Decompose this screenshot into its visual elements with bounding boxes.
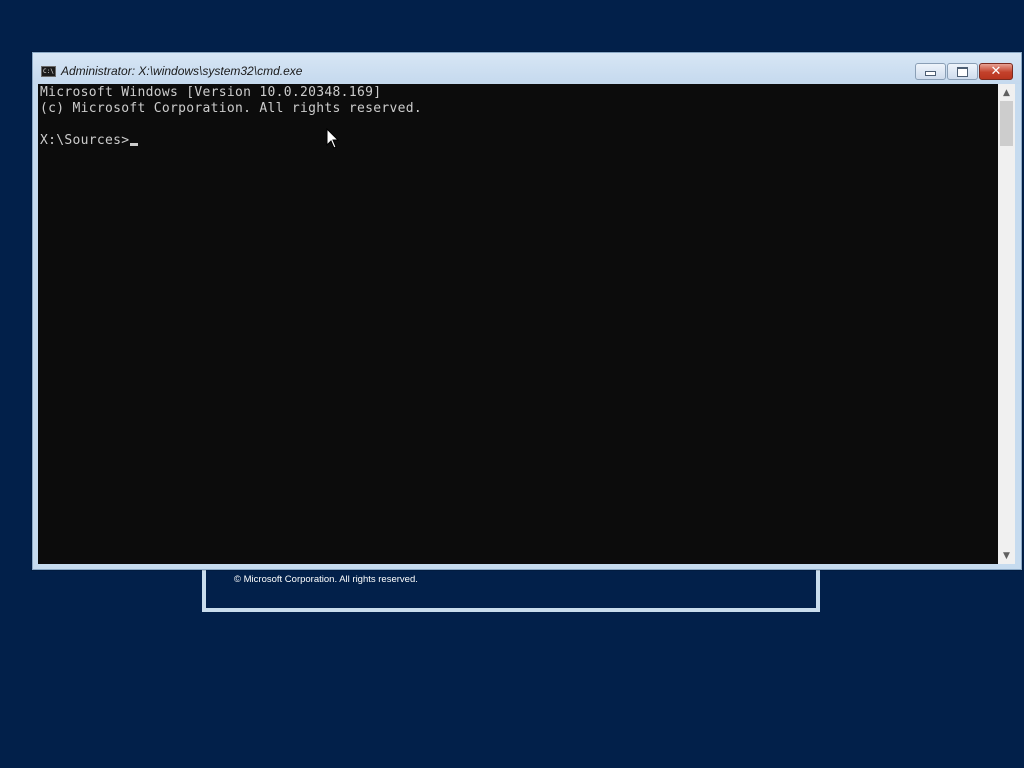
text-cursor [130, 143, 139, 146]
console-output[interactable]: Microsoft Windows [Version 10.0.20348.16… [38, 84, 998, 564]
scrollbar-thumb[interactable] [1000, 101, 1013, 146]
desktop-background: © Microsoft Corporation. All rights rese… [0, 0, 1024, 768]
maximize-button[interactable] [947, 63, 978, 80]
mouse-pointer-icon [326, 128, 340, 149]
cmd-window[interactable]: C:\ Administrator: X:\windows\system32\c… [32, 52, 1022, 570]
prompt-text: X:\Sources> [40, 133, 130, 148]
maximize-icon [957, 66, 968, 77]
vertical-scrollbar[interactable]: ▲ ▼ [998, 84, 1015, 564]
minimize-button[interactable] [915, 63, 946, 80]
close-button[interactable]: ✕ [979, 63, 1013, 80]
console-line-copyright: (c) Microsoft Corporation. All rights re… [40, 101, 422, 116]
window-title: Administrator: X:\windows\system32\cmd.e… [61, 64, 303, 78]
title-bar[interactable]: C:\ Administrator: X:\windows\system32\c… [33, 53, 1021, 84]
scroll-down-icon[interactable]: ▼ [998, 547, 1015, 564]
minimize-icon [925, 71, 936, 76]
close-icon: ✕ [990, 64, 1002, 79]
command-prompt-line[interactable]: X:\Sources> [40, 133, 139, 149]
console-line-version: Microsoft Windows [Version 10.0.20348.16… [40, 85, 382, 100]
setup-copyright-text: © Microsoft Corporation. All rights rese… [234, 574, 418, 585]
command-prompt-icon[interactable]: C:\ [41, 66, 56, 77]
scroll-up-icon[interactable]: ▲ [998, 84, 1015, 101]
